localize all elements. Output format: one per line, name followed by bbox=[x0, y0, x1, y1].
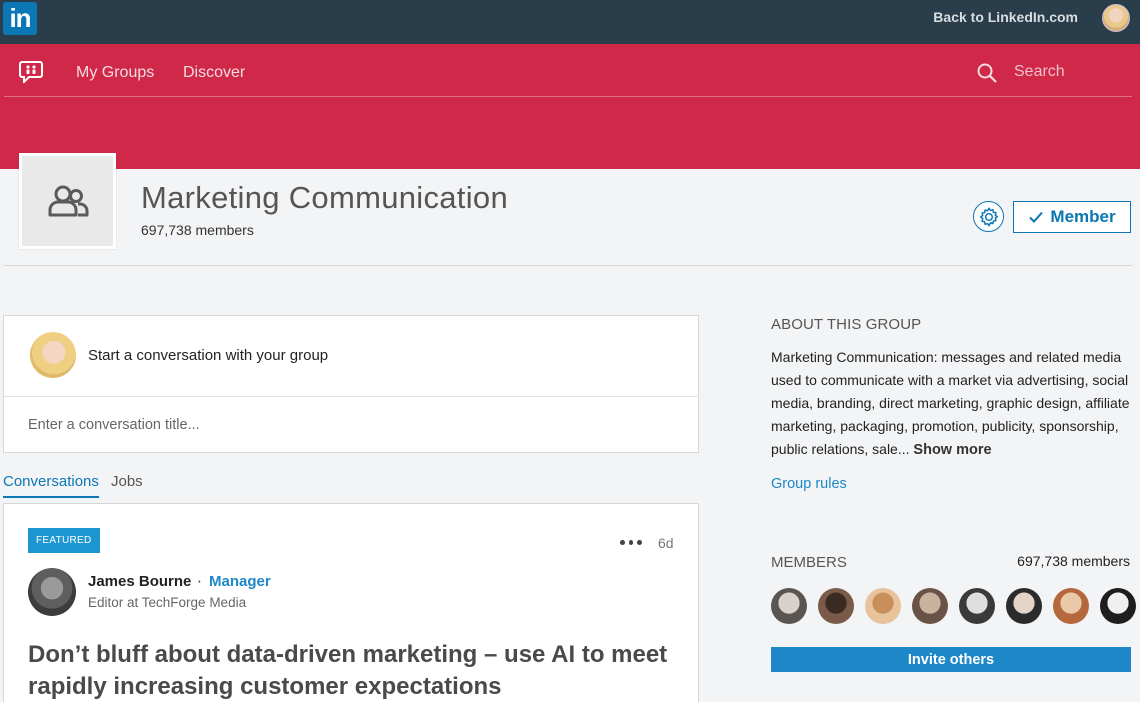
group-logo bbox=[19, 153, 116, 249]
back-to-linkedin-link[interactable]: Back to LinkedIn.com bbox=[933, 9, 1078, 25]
member-avatar-list bbox=[771, 588, 1136, 624]
members-heading: MEMBERS bbox=[771, 554, 847, 571]
author-name[interactable]: James Bourne bbox=[88, 573, 191, 590]
search-input[interactable] bbox=[1014, 60, 1134, 84]
invite-others-button[interactable]: Invite others bbox=[771, 647, 1131, 672]
featured-post-card: FEATURED 6d James Bourne · Manager Edito… bbox=[3, 503, 699, 702]
linkedin-logo[interactable]: in bbox=[3, 2, 37, 35]
search-icon[interactable] bbox=[976, 62, 998, 84]
group-title: Marketing Communication bbox=[141, 180, 508, 215]
compose-divider bbox=[4, 396, 698, 397]
author-separator: · bbox=[197, 573, 202, 591]
groups-header: My Groups Discover bbox=[0, 44, 1140, 169]
member-avatar[interactable] bbox=[912, 588, 948, 624]
nav-discover[interactable]: Discover bbox=[183, 64, 245, 82]
tab-conversations[interactable]: Conversations bbox=[3, 473, 99, 498]
about-group-heading: ABOUT THIS GROUP bbox=[771, 316, 922, 333]
member-button-label: Member bbox=[1050, 207, 1116, 226]
nav-divider bbox=[4, 96, 1132, 97]
groups-chat-icon[interactable] bbox=[19, 61, 43, 83]
group-settings-button[interactable] bbox=[973, 201, 1004, 232]
header-divider bbox=[4, 265, 1132, 266]
member-avatar[interactable] bbox=[818, 588, 854, 624]
show-more-link[interactable]: Show more bbox=[913, 442, 991, 458]
post-headline[interactable]: Don’t bluff about data-driven marketing … bbox=[28, 639, 678, 702]
post-timestamp: 6d bbox=[658, 535, 674, 551]
author-headline: Editor at TechForge Media bbox=[88, 595, 247, 610]
user-avatar bbox=[30, 332, 76, 378]
member-avatar[interactable] bbox=[1006, 588, 1042, 624]
member-avatar[interactable] bbox=[865, 588, 901, 624]
checkmark-icon bbox=[1029, 211, 1044, 223]
member-avatar[interactable] bbox=[771, 588, 807, 624]
member-status-button[interactable]: Member bbox=[1013, 201, 1131, 233]
group-rules-link[interactable]: Group rules bbox=[771, 476, 847, 492]
profile-avatar[interactable] bbox=[1102, 4, 1130, 32]
about-description: Marketing Communication: messages and re… bbox=[771, 349, 1130, 457]
featured-badge: FEATURED bbox=[28, 528, 100, 553]
group-member-count[interactable]: 697,738 members bbox=[141, 222, 254, 238]
author-role[interactable]: Manager bbox=[209, 573, 271, 590]
group-members-icon bbox=[48, 185, 88, 217]
compose-prompt[interactable]: Start a conversation with your group bbox=[88, 347, 328, 364]
member-avatar[interactable] bbox=[1053, 588, 1089, 624]
conversation-title-input[interactable] bbox=[28, 414, 668, 436]
tab-jobs[interactable]: Jobs bbox=[111, 473, 143, 496]
about-group-text: Marketing Communication: messages and re… bbox=[771, 346, 1131, 462]
gear-icon bbox=[979, 207, 998, 226]
compose-card: Start a conversation with your group bbox=[3, 315, 699, 453]
more-options-icon[interactable] bbox=[620, 540, 643, 546]
members-count[interactable]: 697,738 members bbox=[1017, 553, 1130, 569]
linkedin-topbar: in Back to LinkedIn.com bbox=[0, 0, 1140, 44]
author-avatar[interactable] bbox=[28, 568, 76, 616]
member-avatar[interactable] bbox=[959, 588, 995, 624]
nav-my-groups[interactable]: My Groups bbox=[76, 64, 154, 82]
member-avatar[interactable] bbox=[1100, 588, 1136, 624]
